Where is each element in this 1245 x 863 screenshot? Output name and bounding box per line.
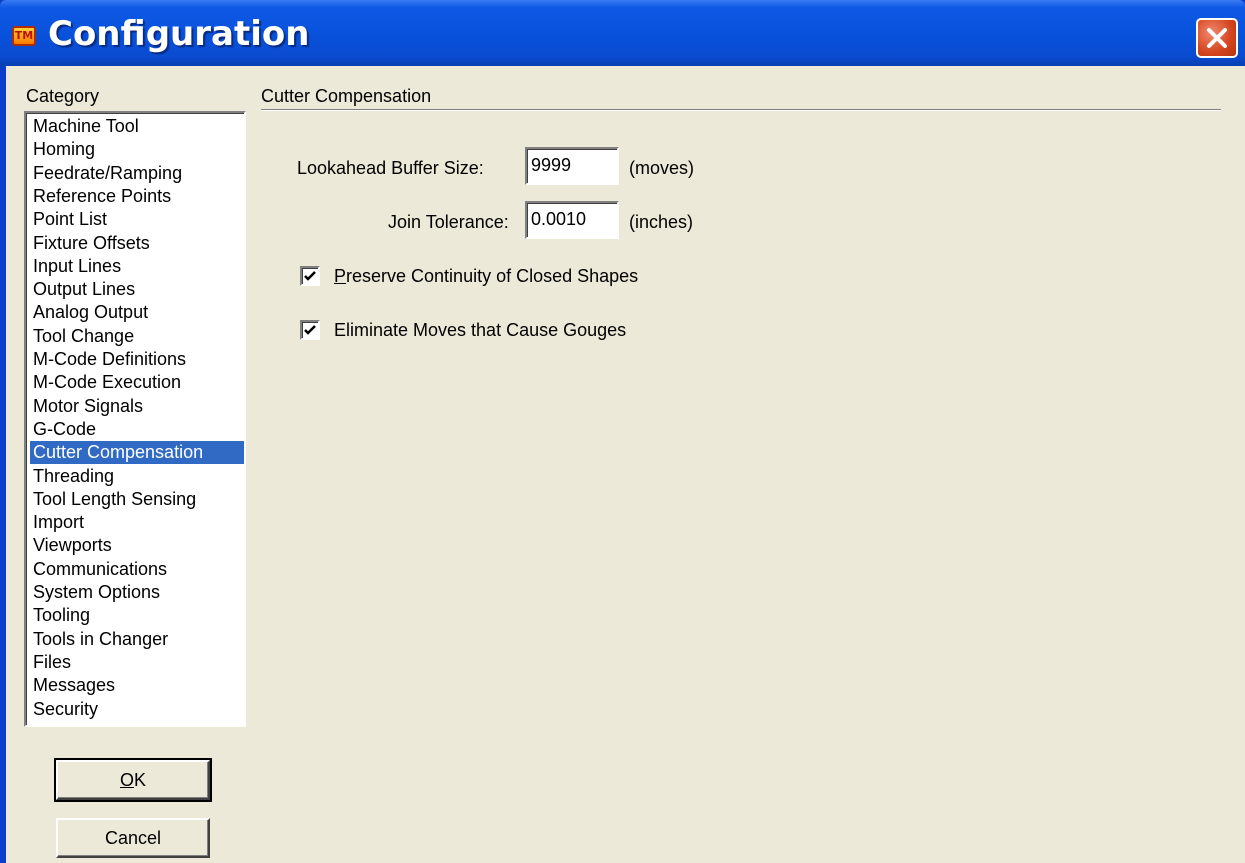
checkmark-icon	[304, 325, 316, 335]
section-divider	[261, 109, 1221, 111]
app-icon: TM	[12, 26, 36, 46]
category-item[interactable]: Output Lines	[30, 278, 244, 301]
preserve-mnemonic: P	[334, 266, 347, 286]
category-item[interactable]: Communications	[30, 558, 244, 581]
configuration-window: TM Configuration Category Machine Tool Ho…	[0, 0, 1245, 863]
category-item[interactable]: Point List	[30, 208, 244, 231]
category-item[interactable]: Tool Length Sensing	[30, 488, 244, 511]
preserve-continuity-checkbox[interactable]	[300, 266, 320, 286]
category-item[interactable]: Viewports	[30, 534, 244, 557]
join-tolerance-unit: (inches)	[629, 212, 694, 232]
eliminate-gouges-checkbox[interactable]	[300, 320, 320, 340]
category-item[interactable]: Reference Points	[30, 185, 244, 208]
lookahead-buffer-input[interactable]: 9999	[525, 147, 619, 185]
category-item[interactable]: Fixture Offsets	[30, 232, 244, 255]
category-item[interactable]: System Options	[30, 581, 244, 604]
section-title: Cutter Compensation	[261, 86, 432, 106]
category-item[interactable]: Tool Change	[30, 325, 244, 348]
ok-label-rest: K	[134, 770, 147, 790]
category-item[interactable]: Import	[30, 511, 244, 534]
category-item[interactable]: M-Code Execution	[30, 371, 244, 394]
close-button[interactable]	[1196, 18, 1238, 58]
eliminate-gouges-label[interactable]: Eliminate Moves that Cause Gouges	[334, 320, 626, 341]
category-item[interactable]: M-Code Definitions	[30, 348, 244, 371]
lookahead-label: Lookahead Buffer Size:	[297, 158, 484, 178]
category-item[interactable]: Messages	[30, 674, 244, 697]
category-item[interactable]: Security	[30, 698, 244, 721]
preserve-label-rest: reserve Continuity of Closed Shapes	[346, 266, 639, 286]
preserve-continuity-label[interactable]: Preserve Continuity of Closed Shapes	[334, 266, 638, 287]
category-item[interactable]: Cutter Compensation	[30, 441, 244, 465]
category-item[interactable]: Tools in Changer	[30, 628, 244, 651]
close-icon	[1207, 28, 1227, 48]
category-item[interactable]: G-Code	[30, 418, 244, 441]
category-item[interactable]: Motor Signals	[30, 395, 244, 418]
ok-button[interactable]: OK	[54, 758, 212, 802]
category-item[interactable]: Analog Output	[30, 301, 244, 324]
window-title: Configuration	[48, 14, 310, 54]
cancel-button[interactable]: Cancel	[56, 818, 210, 858]
category-item[interactable]: Tooling	[30, 604, 244, 627]
ok-mnemonic: O	[119, 770, 134, 790]
checkmark-icon	[304, 271, 316, 281]
join-tolerance-input[interactable]: 0.0010	[525, 201, 619, 239]
title-bar[interactable]: TM Configuration	[0, 0, 1245, 66]
lookahead-unit: (moves)	[629, 158, 695, 178]
category-label: Category	[26, 86, 100, 106]
join-tolerance-label: Join Tolerance:	[388, 212, 509, 232]
category-item[interactable]: Feedrate/Ramping	[30, 162, 244, 185]
category-item[interactable]: Machine Tool	[30, 115, 244, 138]
category-item[interactable]: Input Lines	[30, 255, 244, 278]
category-item[interactable]: Files	[30, 651, 244, 674]
category-item[interactable]: Homing	[30, 138, 244, 161]
category-list[interactable]: Machine Tool Homing Feedrate/Ramping Refere…	[24, 111, 246, 727]
dialog-client-area: Category Machine Tool Homing Feedrate/Ramp…	[6, 66, 1245, 863]
category-item[interactable]: Threading	[30, 465, 244, 488]
